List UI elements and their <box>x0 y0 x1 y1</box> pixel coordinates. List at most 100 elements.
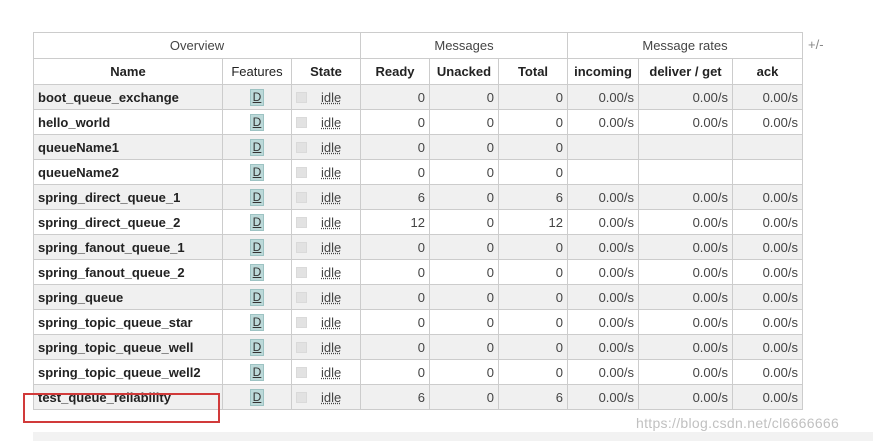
ready-cell: 0 <box>360 259 430 285</box>
durable-feature-badge[interactable]: D <box>249 213 265 231</box>
queue-name-link[interactable]: spring_topic_queue_well <box>33 334 223 360</box>
durable-feature-badge[interactable]: D <box>249 163 265 181</box>
deliver-get-rate-cell <box>638 159 733 185</box>
durable-feature-badge[interactable]: D <box>249 88 265 106</box>
features-cell: D <box>222 384 292 410</box>
ready-cell: 0 <box>360 334 430 360</box>
column-header-row: Name Features State Ready Unacked Total … <box>33 58 803 85</box>
total-cell: 6 <box>498 384 568 410</box>
queue-name-link[interactable]: queueName1 <box>33 134 223 160</box>
queue-name-link[interactable]: test_queue_reliability <box>33 384 223 410</box>
features-cell: D <box>222 284 292 310</box>
col-state[interactable]: State <box>291 58 361 85</box>
deliver-get-rate-cell: 0.00/s <box>638 359 733 385</box>
col-name[interactable]: Name <box>33 58 223 85</box>
deliver-get-rate-cell: 0.00/s <box>638 334 733 360</box>
durable-feature-badge[interactable]: D <box>249 138 265 156</box>
group-overview: Overview <box>33 32 361 59</box>
col-incoming[interactable]: incoming <box>567 58 639 85</box>
queue-row: spring_topic_queue_well Didle 0 0 0 0.00/s 0.0… <box>33 334 803 360</box>
deliver-get-rate-cell: 0.00/s <box>638 109 733 135</box>
col-ack[interactable]: ack <box>732 58 803 85</box>
columns-toggle[interactable]: +/- <box>808 37 824 52</box>
durable-feature-badge[interactable]: D <box>249 363 265 381</box>
incoming-rate-cell: 0.00/s <box>567 84 639 110</box>
features-cell: D <box>222 309 292 335</box>
col-total[interactable]: Total <box>498 58 568 85</box>
state-label: idle <box>321 140 342 156</box>
state-label: idle <box>321 290 342 306</box>
queues-page: Overview Messages Message rates Name Fea… <box>0 0 873 441</box>
durable-feature-badge[interactable]: D <box>249 288 265 306</box>
watermark: https://blog.csdn.net/cl6666666 <box>636 415 840 431</box>
queue-name-link[interactable]: spring_direct_queue_1 <box>33 184 223 210</box>
ready-cell: 6 <box>360 384 430 410</box>
durable-feature-badge[interactable]: D <box>249 238 265 256</box>
unacked-cell: 0 <box>429 109 499 135</box>
total-cell: 0 <box>498 284 568 310</box>
durable-feature-badge[interactable]: D <box>249 188 265 206</box>
incoming-rate-cell: 0.00/s <box>567 209 639 235</box>
deliver-get-rate-cell: 0.00/s <box>638 259 733 285</box>
queue-name-link[interactable]: spring_topic_queue_well2 <box>33 359 223 385</box>
state-cell: idle <box>291 334 361 360</box>
durable-feature-badge[interactable]: D <box>249 263 265 281</box>
state-indicator-icon <box>296 292 307 304</box>
ready-cell: 0 <box>360 359 430 385</box>
queue-name-link[interactable]: spring_direct_queue_2 <box>33 209 223 235</box>
state-cell: idle <box>291 234 361 260</box>
total-cell: 0 <box>498 309 568 335</box>
queue-name-link[interactable]: spring_fanout_queue_2 <box>33 259 223 285</box>
deliver-get-rate-cell: 0.00/s <box>638 84 733 110</box>
total-cell: 0 <box>498 84 568 110</box>
queue-rows: boot_queue_exchange Didle 0 0 0 0.00/s 0.00/s 0… <box>33 84 803 410</box>
state-cell: idle <box>291 159 361 185</box>
state-label: idle <box>321 90 342 106</box>
incoming-rate-cell: 0.00/s <box>567 384 639 410</box>
state-label: idle <box>321 115 342 131</box>
queue-row: queueName1 Didle 0 0 0 <box>33 134 803 160</box>
durable-feature-badge[interactable]: D <box>249 338 265 356</box>
state-label: idle <box>321 265 342 281</box>
features-cell: D <box>222 209 292 235</box>
ready-cell: 0 <box>360 109 430 135</box>
col-unacked[interactable]: Unacked <box>429 58 499 85</box>
group-header-row: Overview Messages Message rates <box>33 32 803 59</box>
durable-feature-badge[interactable]: D <box>249 388 265 406</box>
queue-row: hello_world Didle 0 0 0 0.00/s 0.00/s 0.00/s <box>33 109 803 135</box>
group-message-rates: Message rates <box>567 32 803 59</box>
unacked-cell: 0 <box>429 384 499 410</box>
incoming-rate-cell: 0.00/s <box>567 309 639 335</box>
col-deliver-get[interactable]: deliver / get <box>638 58 733 85</box>
queue-name-link[interactable]: queueName2 <box>33 159 223 185</box>
ack-rate-cell: 0.00/s <box>732 284 803 310</box>
ack-rate-cell: 0.00/s <box>732 109 803 135</box>
queue-name-link[interactable]: spring_queue <box>33 284 223 310</box>
queue-row: spring_fanout_queue_1 Didle 0 0 0 0.00/s 0.00/… <box>33 234 803 260</box>
state-indicator-icon <box>296 242 307 254</box>
ack-rate-cell: 0.00/s <box>732 259 803 285</box>
features-cell: D <box>222 184 292 210</box>
unacked-cell: 0 <box>429 84 499 110</box>
features-cell: D <box>222 159 292 185</box>
incoming-rate-cell <box>567 134 639 160</box>
queue-name-link[interactable]: spring_topic_queue_star <box>33 309 223 335</box>
state-label: idle <box>321 240 342 256</box>
unacked-cell: 0 <box>429 184 499 210</box>
queue-name-link[interactable]: spring_fanout_queue_1 <box>33 234 223 260</box>
bottom-bar <box>33 432 873 441</box>
queue-name-link[interactable]: boot_queue_exchange <box>33 84 223 110</box>
incoming-rate-cell <box>567 159 639 185</box>
col-ready[interactable]: Ready <box>360 58 430 85</box>
queues-table: Overview Messages Message rates Name Fea… <box>33 32 803 410</box>
queue-name-link[interactable]: hello_world <box>33 109 223 135</box>
features-cell: D <box>222 359 292 385</box>
state-cell: idle <box>291 284 361 310</box>
deliver-get-rate-cell: 0.00/s <box>638 384 733 410</box>
state-label: idle <box>321 390 342 406</box>
queue-row: spring_queue Didle 0 0 0 0.00/s 0.00/s 0.00/s <box>33 284 803 310</box>
durable-feature-badge[interactable]: D <box>249 313 265 331</box>
unacked-cell: 0 <box>429 259 499 285</box>
durable-feature-badge[interactable]: D <box>249 113 265 131</box>
state-indicator-icon <box>296 142 307 154</box>
